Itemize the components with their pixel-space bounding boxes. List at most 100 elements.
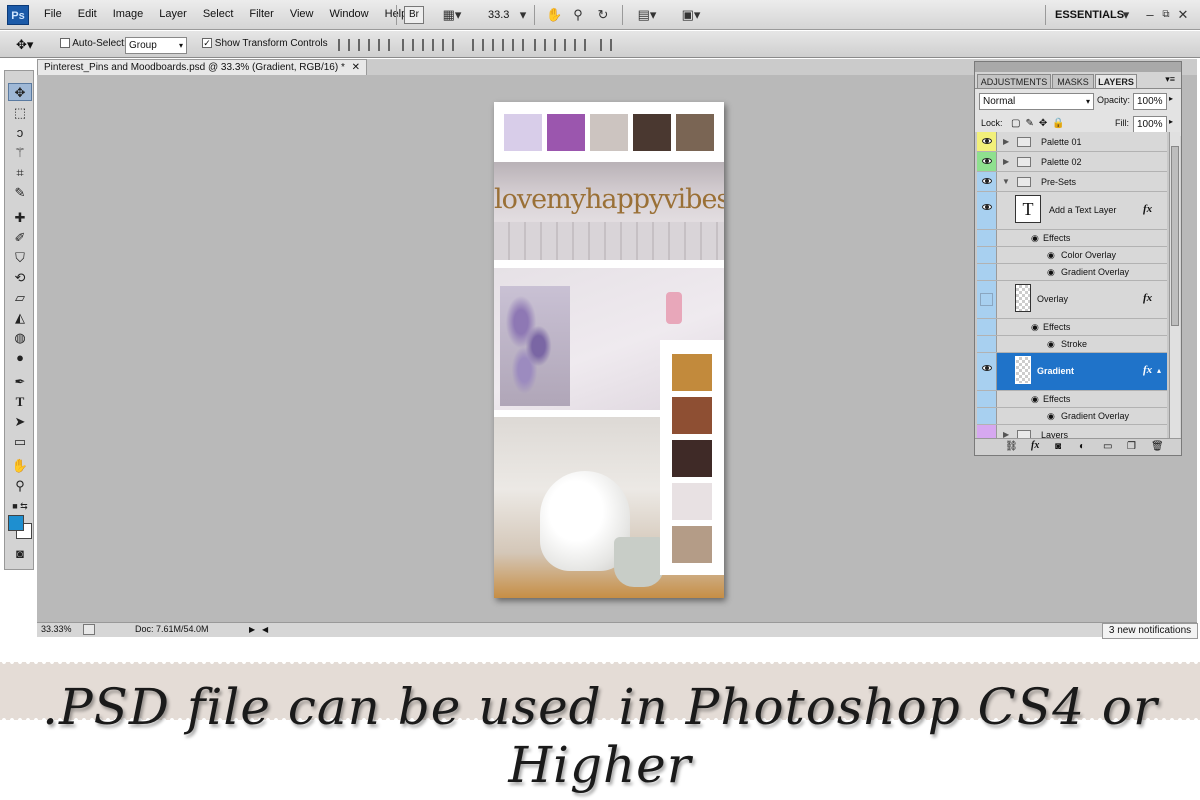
- visibility-toggle[interactable]: [977, 172, 997, 191]
- restore-icon[interactable]: ⧉: [1160, 6, 1172, 24]
- expand-triangle-icon[interactable]: ▶: [1003, 137, 1009, 146]
- visibility-toggle[interactable]: [977, 281, 997, 318]
- eye-icon[interactable]: ◉: [1031, 233, 1039, 244]
- transform-controls-checkbox[interactable]: ✓: [202, 38, 212, 49]
- healing-brush-tool-icon[interactable]: ✚: [8, 209, 32, 227]
- shape-tool-icon[interactable]: ▭: [8, 433, 32, 451]
- chevron-down-icon[interactable]: ▾: [1120, 6, 1132, 24]
- new-layer-icon[interactable]: ❐: [1127, 441, 1136, 452]
- expand-triangle-icon[interactable]: ▶: [1003, 430, 1009, 438]
- lasso-tool-icon[interactable]: ↄ: [8, 124, 32, 142]
- menu-layer[interactable]: Layer: [151, 8, 195, 20]
- notifications-badge[interactable]: 3 new notifications: [1102, 623, 1198, 639]
- hand-tool-icon[interactable]: ✋: [8, 457, 32, 475]
- scrollbar-thumb[interactable]: [1171, 146, 1179, 326]
- menu-select[interactable]: Select: [195, 8, 242, 20]
- tab-adjustments[interactable]: ADJUSTMENTS: [977, 74, 1051, 88]
- menu-view[interactable]: View: [282, 8, 322, 20]
- document-canvas[interactable]: lovemyhappyvibes: [494, 102, 724, 598]
- add-style-icon[interactable]: fx: [1031, 440, 1039, 451]
- view-extras-button[interactable]: ▦▾: [436, 6, 468, 24]
- status-info-icon[interactable]: [83, 624, 95, 635]
- align-hcenter-icon[interactable]: [422, 39, 434, 51]
- marquee-tool-icon[interactable]: ⬚: [8, 104, 32, 122]
- scroll-left-icon[interactable]: ◀: [262, 623, 268, 636]
- effect-gradient-overlay-row[interactable]: ◉ Gradient Overlay: [977, 264, 1167, 281]
- chevron-down-icon[interactable]: ▾: [518, 6, 528, 24]
- rotate-view-icon[interactable]: ↻: [594, 6, 612, 24]
- distribute-top-icon[interactable]: [472, 39, 484, 51]
- auto-select-checkbox[interactable]: [60, 38, 70, 49]
- tab-layers[interactable]: LAYERS: [1095, 74, 1137, 88]
- collapse-effects-icon[interactable]: ▴: [1157, 366, 1161, 375]
- foreground-color-swatch[interactable]: [8, 515, 24, 531]
- dodge-tool-icon[interactable]: ●: [8, 349, 32, 367]
- history-brush-tool-icon[interactable]: ⟲: [8, 269, 32, 287]
- zoom-tool-icon[interactable]: ⚲: [8, 477, 32, 495]
- adjustment-layer-icon[interactable]: ◐: [1079, 441, 1085, 452]
- fill-slider-arrow-icon[interactable]: ▸: [1169, 117, 1173, 126]
- distribute-bottom-icon[interactable]: [512, 39, 524, 51]
- minimize-icon[interactable]: –: [1144, 6, 1156, 24]
- menu-filter[interactable]: Filter: [241, 8, 281, 20]
- visibility-toggle[interactable]: [977, 132, 997, 151]
- auto-select-dropdown[interactable]: Group ▾: [125, 37, 187, 54]
- layer-row-palette01[interactable]: ▶ Palette 01: [977, 132, 1167, 152]
- visibility-toggle[interactable]: [977, 353, 997, 390]
- visibility-toggle[interactable]: [977, 425, 997, 438]
- swap-colors-icon[interactable]: ■ ⇆: [8, 497, 32, 515]
- effect-stroke-row[interactable]: ◉ Stroke: [977, 336, 1167, 353]
- eye-icon[interactable]: ◉: [1047, 411, 1055, 422]
- close-icon[interactable]: ✕: [1176, 6, 1190, 24]
- align-right-icon[interactable]: [442, 39, 454, 51]
- new-group-icon[interactable]: ▭: [1103, 441, 1112, 452]
- collapse-triangle-icon[interactable]: ▼: [1002, 177, 1010, 186]
- hand-tool-icon[interactable]: ✋: [546, 6, 562, 24]
- status-menu-arrow-icon[interactable]: ▶: [249, 623, 255, 636]
- tab-masks[interactable]: MASKS: [1052, 74, 1094, 88]
- move-tool-icon[interactable]: ✥▾: [16, 37, 33, 53]
- effect-gradient-overlay-row[interactable]: ◉ Gradient Overlay: [977, 408, 1167, 425]
- panel-menu-icon[interactable]: ▾≡: [1165, 74, 1175, 85]
- distribute-vcenter-icon[interactable]: [492, 39, 504, 51]
- magic-wand-tool-icon[interactable]: ⚚: [8, 144, 32, 162]
- arrange-documents-button[interactable]: ▤▾: [632, 6, 662, 24]
- crop-tool-icon[interactable]: ⌗: [8, 164, 32, 182]
- eye-icon[interactable]: ◉: [1031, 322, 1039, 333]
- menu-window[interactable]: Window: [322, 8, 377, 20]
- effects-row[interactable]: ◉ Effects: [977, 230, 1167, 247]
- distribute-hcenter-icon[interactable]: [554, 39, 566, 51]
- layer-row-layers[interactable]: ▶ Layers: [977, 425, 1167, 438]
- document-tab[interactable]: Pinterest_Pins and Moodboards.psd @ 33.3…: [37, 59, 367, 76]
- delete-layer-icon[interactable]: 🗑: [1151, 441, 1164, 452]
- fx-icon[interactable]: fx: [1143, 292, 1152, 304]
- visibility-toggle[interactable]: [977, 192, 997, 229]
- visibility-toggle[interactable]: [977, 152, 997, 171]
- effect-color-overlay-row[interactable]: ◉ Color Overlay: [977, 247, 1167, 264]
- eraser-tool-icon[interactable]: ▱: [8, 289, 32, 307]
- fx-icon[interactable]: fx: [1143, 364, 1152, 376]
- fx-icon[interactable]: fx: [1143, 203, 1152, 215]
- opacity-input[interactable]: 100%: [1133, 93, 1167, 110]
- align-left-icon[interactable]: [402, 39, 414, 51]
- fill-input[interactable]: 100%: [1133, 116, 1167, 133]
- blur-tool-icon[interactable]: ◍: [8, 329, 32, 347]
- path-selection-tool-icon[interactable]: ➤: [8, 413, 32, 431]
- menu-file[interactable]: File: [36, 8, 70, 20]
- move-tool-icon[interactable]: ✥: [8, 83, 32, 101]
- distribute-left-icon[interactable]: [534, 39, 546, 51]
- close-tab-icon[interactable]: ✕: [352, 60, 360, 75]
- effects-row[interactable]: ◉ Effects: [977, 319, 1167, 336]
- expand-triangle-icon[interactable]: ▶: [1003, 157, 1009, 166]
- workspace-switcher[interactable]: ESSENTIALS: [1055, 9, 1124, 21]
- clone-stamp-tool-icon[interactable]: ⛉: [8, 249, 32, 267]
- eye-icon[interactable]: ◉: [1031, 394, 1039, 405]
- menu-edit[interactable]: Edit: [70, 8, 105, 20]
- layer-row-gradient-selected[interactable]: Gradient fx ▴: [977, 353, 1167, 391]
- add-mask-icon[interactable]: ◙: [1055, 441, 1061, 452]
- layer-row-text[interactable]: T Add a Text Layer fx: [977, 192, 1167, 230]
- align-vcenter-icon[interactable]: [358, 39, 370, 51]
- layer-row-overlay[interactable]: Overlay fx: [977, 281, 1167, 319]
- pen-tool-icon[interactable]: ✒: [8, 373, 32, 391]
- quick-mask-icon[interactable]: ◙: [8, 545, 32, 563]
